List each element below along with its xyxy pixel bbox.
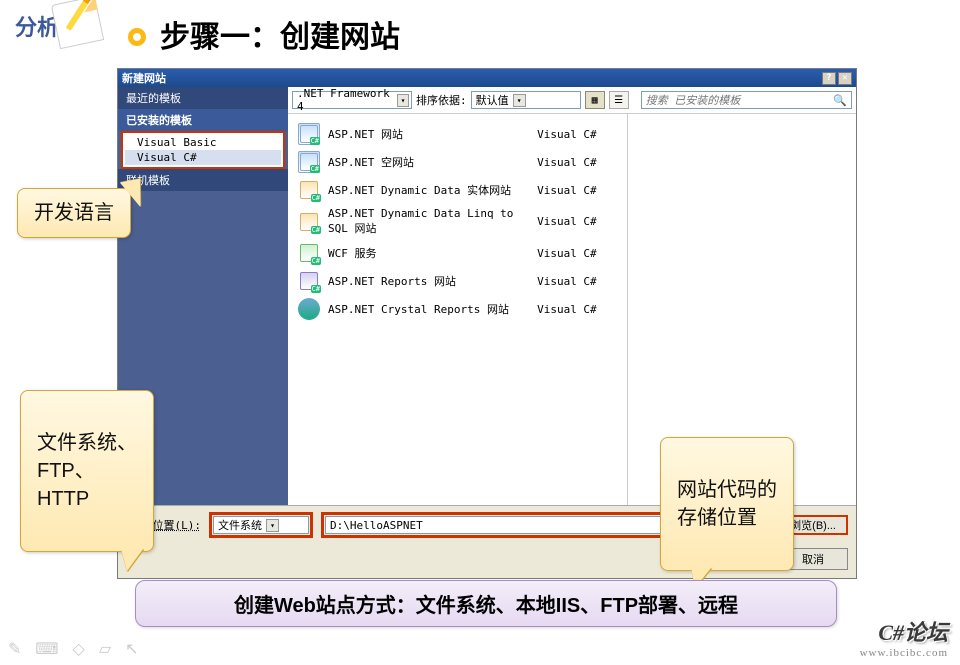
template-icon <box>298 298 320 320</box>
template-lang: Visual C# <box>537 247 617 260</box>
template-icon <box>298 179 320 201</box>
location-type-select[interactable]: 文件系统 ▾ <box>213 516 309 534</box>
template-row[interactable]: ASP.NET Reports 网站 Visual C# <box>288 267 627 295</box>
summary-bar: 创建Web站点方式：文件系统、本地IIS、FTP部署、远程 <box>135 580 837 627</box>
template-icon <box>298 123 320 145</box>
view-small-icons[interactable]: ☰ <box>609 91 629 109</box>
search-input[interactable] <box>644 93 832 108</box>
dialog-title: 新建网站 <box>122 70 166 86</box>
template-icon <box>298 242 320 264</box>
pen-icon: ✎ <box>8 639 21 659</box>
chevron-down-icon: ▾ <box>513 94 526 107</box>
template-row[interactable]: ASP.NET Dynamic Data Linq to SQL 网站 Visua… <box>288 204 627 239</box>
toolbar: .NET Framework 4 ▾ 排序依据: 默认值 ▾ ▦ ☰ 🔍 <box>288 87 856 114</box>
template-name: ASP.NET 网站 <box>328 126 529 142</box>
template-lang: Visual C# <box>537 215 617 228</box>
brand: C#论坛 www.ibcibc.com <box>860 615 948 659</box>
search-box[interactable]: 🔍 <box>641 91 852 109</box>
diamond-icon: ◇ <box>73 639 85 659</box>
callout-storage: 网站代码的 存储位置 <box>660 437 794 571</box>
cursor-icon: ↖ <box>125 639 138 659</box>
template-row[interactable]: ASP.NET Dynamic Data 实体网站 Visual C# <box>288 176 627 204</box>
template-list[interactable]: ASP.NET 网站Visual C#ASP.NET 空网站Visual C#A… <box>288 114 628 505</box>
layout-icon: ▱ <box>99 639 111 659</box>
sort-select[interactable]: 默认值 ▾ <box>471 91 581 109</box>
brand-name: C#论坛 <box>860 615 948 647</box>
location-type-highlight: 文件系统 ▾ <box>209 512 313 538</box>
framework-select[interactable]: .NET Framework 4 ▾ <box>292 91 412 109</box>
template-name: ASP.NET Dynamic Data 实体网站 <box>328 182 529 198</box>
search-icon[interactable]: 🔍 <box>831 94 849 107</box>
template-icon <box>298 211 320 233</box>
template-name: ASP.NET Reports 网站 <box>328 273 529 289</box>
template-lang: Visual C# <box>537 275 617 288</box>
callout-filesystem: 文件系统、 FTP、 HTTP <box>20 390 154 552</box>
sidebar-lang-vb[interactable]: Visual Basic <box>125 135 281 150</box>
sidebar-installed[interactable]: 已安装的模板 <box>118 109 288 131</box>
footer-tool-icons: ✎ ⌨ ◇ ▱ ↖ <box>8 639 139 659</box>
template-icon <box>298 151 320 173</box>
note-pencil-icon <box>51 0 104 49</box>
template-lang: Visual C# <box>537 303 617 316</box>
template-row[interactable]: ASP.NET 网站 Visual C# <box>288 120 627 148</box>
view-medium-icons[interactable]: ▦ <box>585 91 605 109</box>
bullet-icon <box>128 28 146 46</box>
sidebar-lang-csharp[interactable]: Visual C# <box>125 150 281 165</box>
template-name: ASP.NET 空网站 <box>328 154 529 170</box>
template-row[interactable]: ASP.NET 空网站 Visual C# <box>288 148 627 176</box>
language-group-highlight: Visual Basic Visual C# <box>121 131 285 169</box>
template-lang: Visual C# <box>537 156 617 169</box>
brand-url: www.ibcibc.com <box>860 647 948 659</box>
template-icon <box>298 270 320 292</box>
template-name: ASP.NET Crystal Reports 网站 <box>328 301 529 317</box>
chevron-down-icon: ▾ <box>397 94 409 107</box>
sort-label: 排序依据: <box>416 92 467 108</box>
callout-dev-language: 开发语言 <box>17 188 131 238</box>
template-row[interactable]: ASP.NET Crystal Reports 网站 Visual C# <box>288 295 627 323</box>
titlebar[interactable]: 新建网站 ? ✕ <box>118 69 856 87</box>
help-button[interactable]: ? <box>822 72 836 85</box>
keyboard-icon: ⌨ <box>35 639 58 659</box>
sidebar-recent[interactable]: 最近的模板 <box>118 87 288 109</box>
template-lang: Visual C# <box>537 184 617 197</box>
chevron-down-icon: ▾ <box>266 519 279 532</box>
page-title: 步骤一：创建网站 <box>160 12 400 56</box>
template-lang: Visual C# <box>537 128 617 141</box>
template-name: ASP.NET Dynamic Data Linq to SQL 网站 <box>328 207 529 236</box>
template-row[interactable]: WCF 服务 Visual C# <box>288 239 627 267</box>
close-button[interactable]: ✕ <box>838 72 852 85</box>
template-name: WCF 服务 <box>328 245 529 261</box>
